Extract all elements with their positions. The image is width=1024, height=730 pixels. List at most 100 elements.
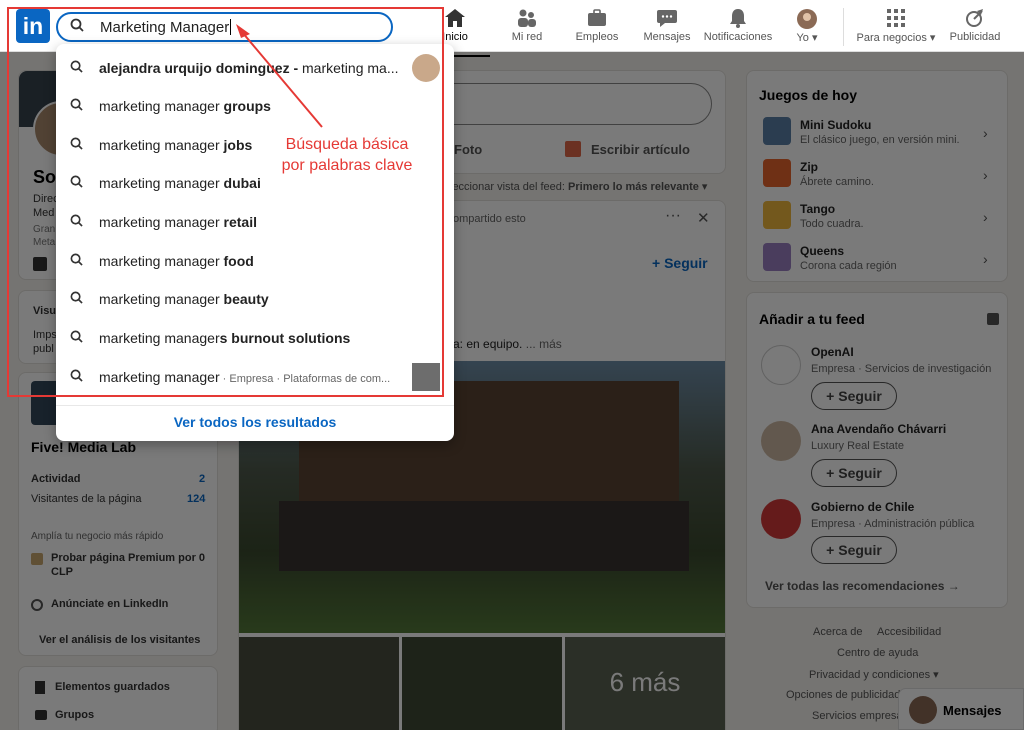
shortcuts-card: Elementos guardados Grupos — [18, 666, 218, 730]
grid-icon — [853, 8, 939, 28]
nav-home[interactable]: Inicio — [420, 8, 490, 57]
game-desc: El clásico juego, en versión mini. — [800, 134, 960, 146]
page-name[interactable]: Five! Media Lab — [31, 439, 136, 455]
linkedin-logo[interactable]: in — [16, 9, 50, 43]
profile-viewers-label[interactable]: Visu — [33, 305, 56, 317]
messaging-label: Mensajes — [943, 703, 1002, 718]
suggestion-text: marketing manager — [99, 330, 220, 346]
compass-icon — [944, 8, 1006, 28]
chevron-down-icon: ▾ — [701, 181, 708, 193]
see-more-link[interactable]: ... más — [526, 337, 562, 351]
zip-icon — [763, 159, 791, 187]
search-input[interactable]: Marketing Manager — [100, 19, 229, 36]
footer-privacy[interactable]: Privacidad y condiciones ▾ — [809, 668, 939, 681]
profile-name[interactable]: So — [33, 167, 56, 188]
home-icon — [420, 8, 490, 28]
search-icon — [70, 18, 84, 37]
chat-icon — [632, 8, 702, 28]
post-image-thumb-2[interactable] — [402, 637, 562, 730]
follow-button[interactable]: + Seguir — [652, 255, 708, 271]
footer-ads[interactable]: Opciones de publicidad — [786, 689, 900, 701]
impressions-label[interactable]: Imps — [33, 329, 57, 341]
suggestion-item[interactable]: marketing manager beauty — [56, 280, 454, 318]
suggestion-bold: groups — [223, 98, 271, 114]
saved-items-link[interactable]: Elementos guardados — [55, 681, 170, 693]
follow-button[interactable]: + Seguir — [811, 459, 897, 487]
groups-link[interactable]: Grupos — [55, 709, 94, 721]
visitor-analytics-link[interactable]: Ver el análisis de los visitantes — [39, 634, 200, 646]
game-name: Zip — [800, 160, 818, 174]
suggestion-item[interactable]: marketing manager retail — [56, 203, 454, 241]
feed-sort[interactable]: leccionar vista del feed: Primero lo más… — [450, 180, 707, 193]
chevron-right-icon: › — [983, 125, 988, 141]
queens-icon — [763, 243, 791, 271]
bell-icon — [700, 8, 776, 28]
see-all-results-link[interactable]: Ver todos los resultados — [56, 405, 454, 441]
nav-business[interactable]: Para negocios ▾ — [853, 8, 939, 44]
nav-messages[interactable]: Mensajes — [632, 8, 702, 43]
messaging-bar[interactable]: Mensajes — [898, 688, 1024, 730]
nav-network[interactable]: Mi red — [492, 8, 562, 43]
suggestion-text: marketing manager — [99, 214, 224, 230]
search-icon — [70, 175, 83, 191]
game-name: Queens — [800, 244, 845, 258]
post-context: ompartido esto — [453, 213, 526, 225]
post-image-thumb-3[interactable]: 6 más — [565, 637, 725, 730]
openai-logo[interactable] — [761, 345, 801, 385]
visitors-label[interactable]: Visitantes de la página — [31, 493, 142, 505]
suggestion-bold: food — [223, 253, 254, 269]
search-icon — [70, 253, 83, 269]
footer-business[interactable]: Servicios empresa — [812, 710, 902, 722]
suggestion-item[interactable]: marketing manager groups — [56, 87, 454, 125]
rec-name[interactable]: Gobierno de Chile — [811, 500, 914, 514]
suggestion-text: marketing manager — [99, 253, 224, 269]
network-icon — [492, 8, 562, 28]
profile-location-2: Meta — [33, 237, 56, 248]
write-article-button[interactable]: Escribir artículo — [591, 142, 690, 157]
ana-avatar[interactable] — [761, 421, 801, 461]
chevron-down-icon: ▾ — [929, 32, 936, 44]
chevron-right-icon: › — [983, 209, 988, 225]
suggestion-bold: dubai — [223, 175, 261, 191]
suggestion-text: marketing manager — [99, 98, 224, 114]
briefcase-icon — [562, 8, 632, 28]
rec-name[interactable]: Ana Avendaño Chávarri — [811, 422, 946, 436]
post-text: a: en equipo. ... más — [453, 337, 562, 351]
chevron-right-icon: › — [983, 167, 988, 183]
premium-link[interactable]: Probar página Premium por 0 CLP — [51, 551, 211, 579]
footer-help[interactable]: Centro de ayuda — [837, 647, 918, 659]
info-icon[interactable] — [987, 313, 999, 325]
follow-button[interactable]: + Seguir — [811, 536, 897, 564]
activity-count: 2 — [199, 473, 206, 485]
profile-headline-2: Med — [33, 207, 55, 219]
photo-button[interactable]: Foto — [454, 142, 482, 157]
activity-label[interactable]: Actividad — [31, 473, 81, 485]
post-image-thumb-1[interactable] — [239, 637, 399, 730]
nav-jobs[interactable]: Empleos — [562, 8, 632, 43]
nav-me[interactable]: Yo ▾ — [772, 8, 842, 44]
footer-accessibility[interactable]: Accesibilidad — [877, 626, 941, 638]
rec-name[interactable]: OpenAI — [811, 345, 854, 359]
see-all-recommendations-link[interactable]: Ver todas las recomendaciones → — [765, 579, 960, 593]
suggestion-bold: beauty — [223, 291, 269, 307]
gobierno-logo[interactable] — [761, 499, 801, 539]
add-to-feed-card: Añadir a tu feed OpenAI Empresa · Servic… — [746, 292, 1008, 608]
footer-about[interactable]: Acerca de — [813, 626, 863, 638]
profile-headline: Direc — [33, 193, 59, 205]
suggestion-item[interactable]: marketing managers burnout solutions — [56, 319, 454, 357]
advertise-link[interactable]: Anúnciate en LinkedIn — [51, 598, 168, 610]
suggestion-subtitle: · Empresa · Plataformas de com... — [219, 373, 391, 385]
nav-advertise[interactable]: Publicidad — [944, 8, 1006, 43]
more-options-icon[interactable]: ··· — [665, 207, 681, 225]
profile-location: Gran — [33, 224, 56, 235]
suggestion-item[interactable]: alejandra urquijo dominguez - marketing … — [56, 49, 454, 87]
suggestion-item[interactable]: marketing manager · Empresa · Plataforma… — [56, 358, 454, 396]
suggestion-item[interactable]: marketing manager food — [56, 242, 454, 280]
search-bar[interactable]: Marketing Manager — [56, 12, 393, 42]
follow-button[interactable]: + Seguir — [811, 382, 897, 410]
search-icon — [70, 137, 83, 153]
suggestion-text: marketing manager — [99, 137, 224, 153]
nav-notifications[interactable]: Notificaciones — [700, 8, 776, 43]
search-icon — [70, 291, 83, 307]
close-icon[interactable]: ✕ — [697, 209, 710, 227]
